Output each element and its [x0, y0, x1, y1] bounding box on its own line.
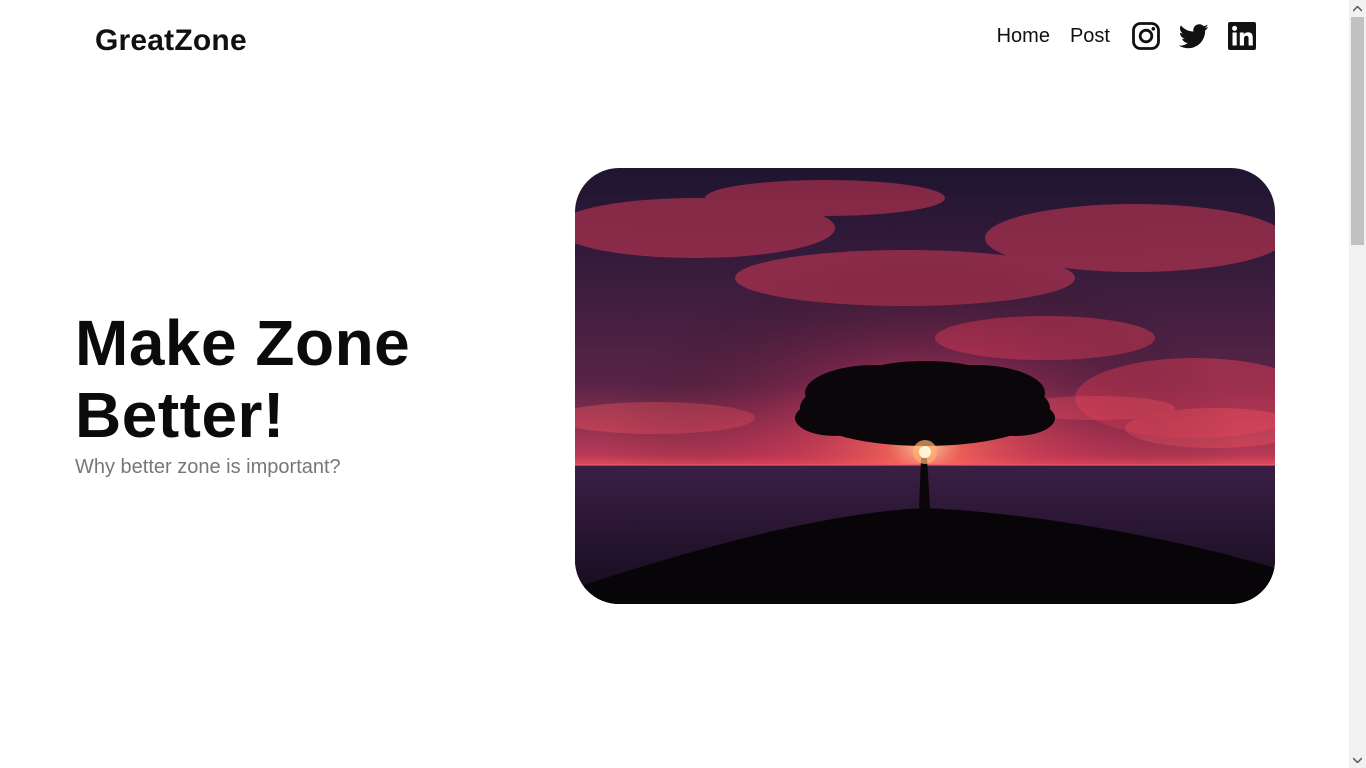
instagram-icon[interactable] — [1131, 21, 1161, 51]
hero-image — [575, 168, 1275, 604]
hero-text: Make Zone Better! Why better zone is imp… — [75, 307, 535, 479]
social-links — [1131, 21, 1257, 51]
nav-home-link[interactable]: Home — [997, 18, 1050, 54]
hero-title-line-1: Make Zone — [75, 307, 411, 379]
hero-title: Make Zone Better! — [75, 307, 535, 451]
linkedin-icon[interactable] — [1227, 21, 1257, 51]
brand-logo[interactable]: GreatZone — [95, 24, 247, 58]
main-nav: Home Post — [997, 18, 1257, 54]
scroll-up-arrow-icon[interactable] — [1349, 0, 1366, 17]
hero-title-line-2: Better! — [75, 379, 285, 451]
scrollbar-thumb[interactable] — [1351, 17, 1364, 245]
page: GreatZone Home Post Make Zone Better! Wh… — [0, 0, 1366, 768]
twitter-icon[interactable] — [1179, 21, 1209, 51]
hero-subtitle: Why better zone is important? — [75, 456, 341, 478]
scroll-down-arrow-icon[interactable] — [1349, 751, 1366, 768]
page-scrollbar[interactable] — [1349, 0, 1366, 768]
nav-post-link[interactable]: Post — [1070, 18, 1110, 54]
